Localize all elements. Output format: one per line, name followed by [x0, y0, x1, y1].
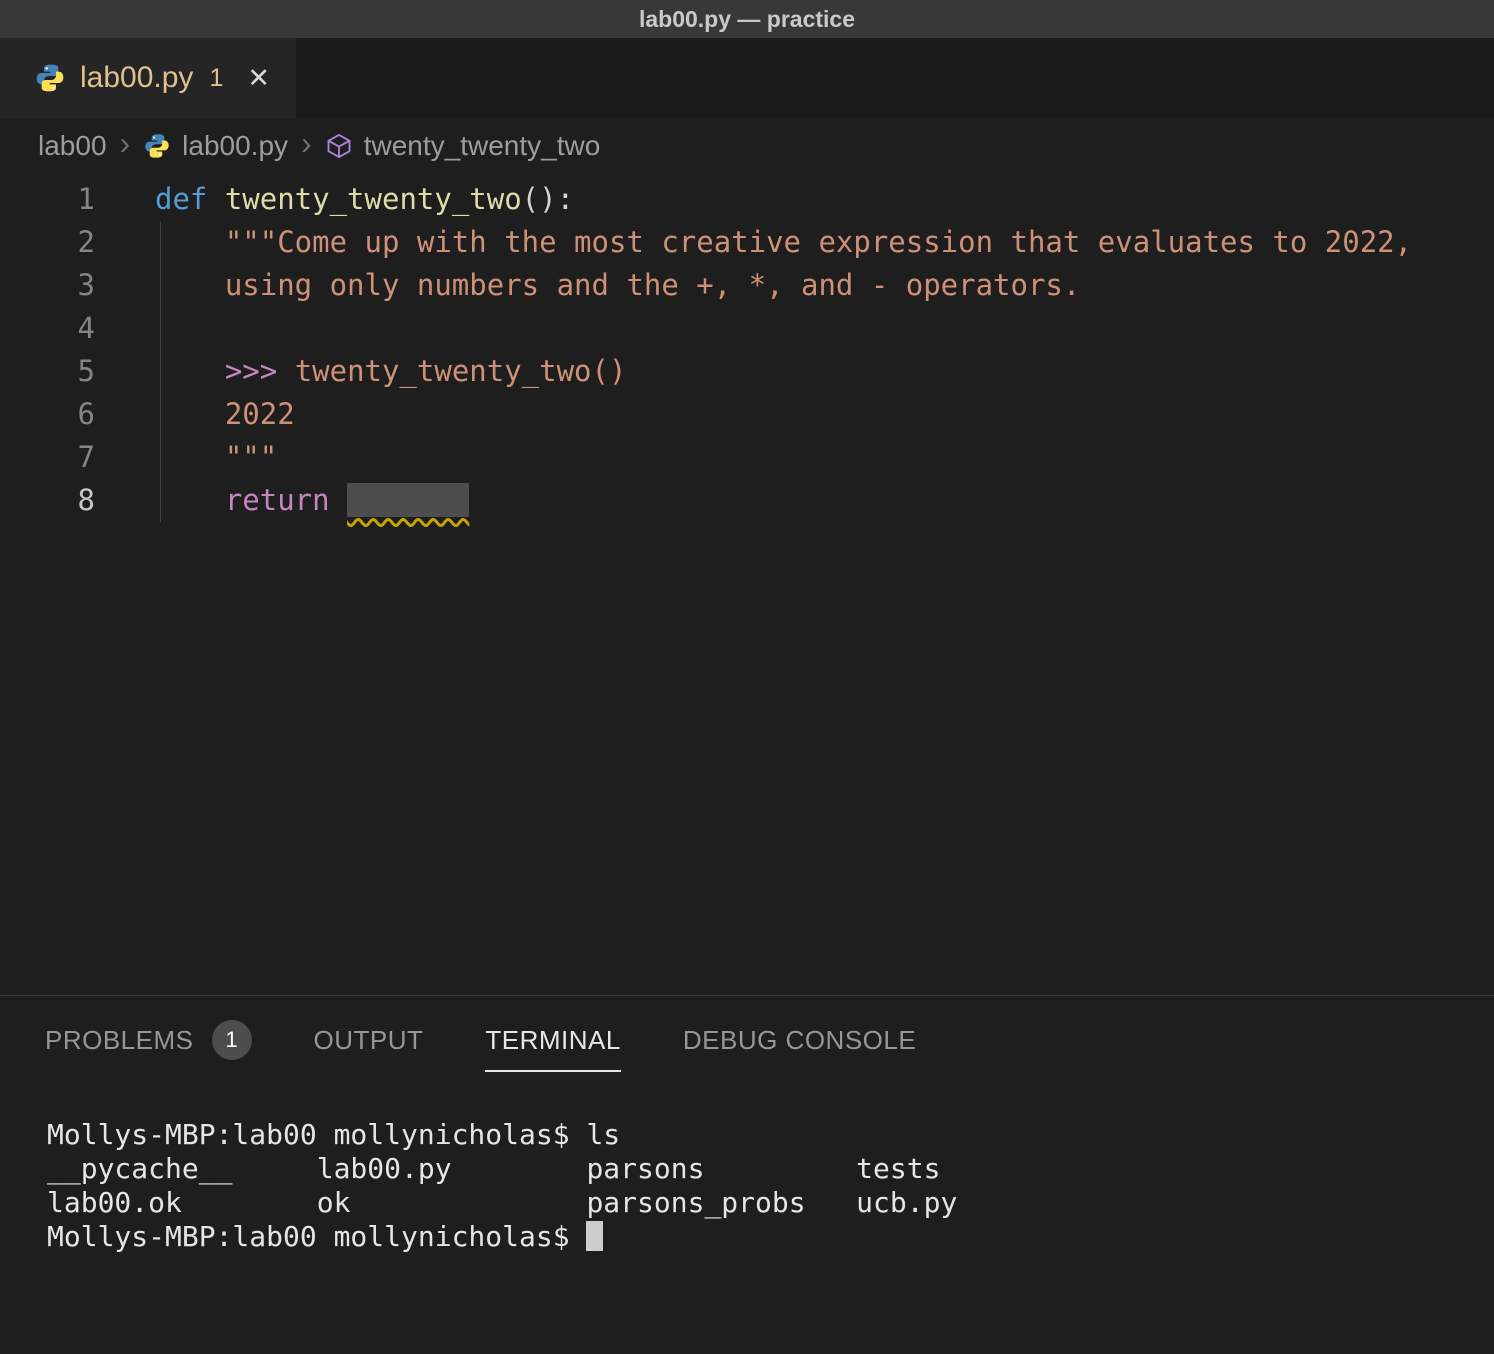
line-number[interactable]: 5: [0, 350, 95, 393]
line-number[interactable]: 1: [0, 178, 95, 221]
terminal-line: lab00.ok ok parsons_probs ucb.py: [47, 1186, 1494, 1220]
breadcrumb-folder[interactable]: lab00: [38, 130, 107, 162]
doctest-prompt: >>>: [225, 354, 277, 388]
terminal-cursor: [586, 1221, 603, 1251]
breadcrumb-file[interactable]: lab00.py: [182, 130, 288, 162]
keyword-def: def: [155, 182, 225, 216]
terminal-prompt: Mollys-MBP:lab00 mollynicholas$: [47, 1220, 586, 1253]
code-line[interactable]: 3 using only numbers and the +, *, and -…: [0, 264, 1494, 307]
code-editor[interactable]: 1 def twenty_twenty_two(): 2 """Come up …: [0, 174, 1494, 995]
symbol-cube-icon: [325, 132, 353, 160]
indent: [155, 354, 225, 388]
panel-tab-bar: PROBLEMS 1 OUTPUT TERMINAL DEBUG CONSOLE: [0, 996, 1494, 1076]
code-line[interactable]: 5 >>> twenty_twenty_two(): [0, 350, 1494, 393]
breadcrumb-symbol[interactable]: twenty_twenty_two: [364, 130, 601, 162]
tab-lab00-py[interactable]: lab00.py 1 ✕: [0, 38, 296, 118]
python-icon: [143, 132, 171, 160]
doctest-call: twenty_twenty_two(): [277, 354, 626, 388]
tab-output[interactable]: OUTPUT: [314, 1025, 424, 1072]
window-title: lab00.py — practice: [639, 6, 855, 33]
code-line[interactable]: 1 def twenty_twenty_two():: [0, 178, 1494, 221]
indent-guide: [160, 221, 161, 522]
code-line[interactable]: 4: [0, 307, 1494, 350]
terminal[interactable]: Mollys-MBP:lab00 mollynicholas$ ls __pyc…: [0, 1076, 1494, 1254]
keyword-return: return: [225, 483, 347, 517]
code-line[interactable]: 6 2022: [0, 393, 1494, 436]
code-line[interactable]: 8 return: [0, 479, 1494, 522]
close-icon[interactable]: ✕: [247, 63, 270, 94]
tab-problems-label: PROBLEMS: [45, 1025, 194, 1056]
tab-output-label: OUTPUT: [314, 1025, 424, 1056]
bottom-panel: PROBLEMS 1 OUTPUT TERMINAL DEBUG CONSOLE…: [0, 995, 1494, 1354]
tab-terminal-label: TERMINAL: [485, 1025, 620, 1056]
line-number[interactable]: 3: [0, 264, 95, 307]
code-line[interactable]: 2 """Come up with the most creative expr…: [0, 221, 1494, 264]
line-number[interactable]: 4: [0, 307, 95, 350]
doctest-expected: 2022: [155, 397, 295, 431]
indent: [155, 483, 225, 517]
line-number[interactable]: 2: [0, 221, 95, 264]
editor-tab-bar: lab00.py 1 ✕: [0, 38, 1494, 118]
tab-debug-console[interactable]: DEBUG CONSOLE: [683, 1025, 916, 1072]
docstring-text: using only numbers and the +, *, and - o…: [155, 268, 1080, 302]
function-name: twenty_twenty_two: [225, 182, 522, 216]
line-number[interactable]: 7: [0, 436, 95, 479]
tab-label: lab00.py: [80, 61, 193, 95]
tab-problems[interactable]: PROBLEMS 1: [45, 1020, 252, 1076]
line-number[interactable]: 6: [0, 393, 95, 436]
tab-debug-console-label: DEBUG CONSOLE: [683, 1025, 916, 1056]
code-line[interactable]: 7 """: [0, 436, 1494, 479]
docstring-text: """Come up with the most creative expres…: [155, 225, 1412, 259]
punctuation: ():: [522, 182, 574, 216]
line-number-active[interactable]: 8: [0, 479, 95, 522]
tab-terminal[interactable]: TERMINAL: [485, 1025, 620, 1072]
terminal-prompt-line: Mollys-MBP:lab00 mollynicholas$: [47, 1220, 1494, 1254]
docstring-close: """: [155, 440, 277, 474]
chevron-right-icon: ›: [299, 125, 314, 168]
terminal-line: Mollys-MBP:lab00 mollynicholas$ ls: [47, 1118, 1494, 1152]
window-titlebar: lab00.py — practice: [0, 0, 1494, 38]
tab-problem-count: 1: [209, 64, 223, 93]
vscode-window: lab00.py — practice lab00.py 1 ✕ lab00 ›: [0, 0, 1494, 1354]
problems-count-badge: 1: [212, 1020, 252, 1060]
python-icon: [34, 62, 66, 94]
terminal-line: __pycache__ lab00.py parsons tests: [47, 1152, 1494, 1186]
breadcrumb: lab00 › lab00.py › twenty_twenty_two: [0, 118, 1494, 174]
missing-expression-warning[interactable]: [347, 483, 469, 517]
chevron-right-icon: ›: [118, 125, 133, 168]
